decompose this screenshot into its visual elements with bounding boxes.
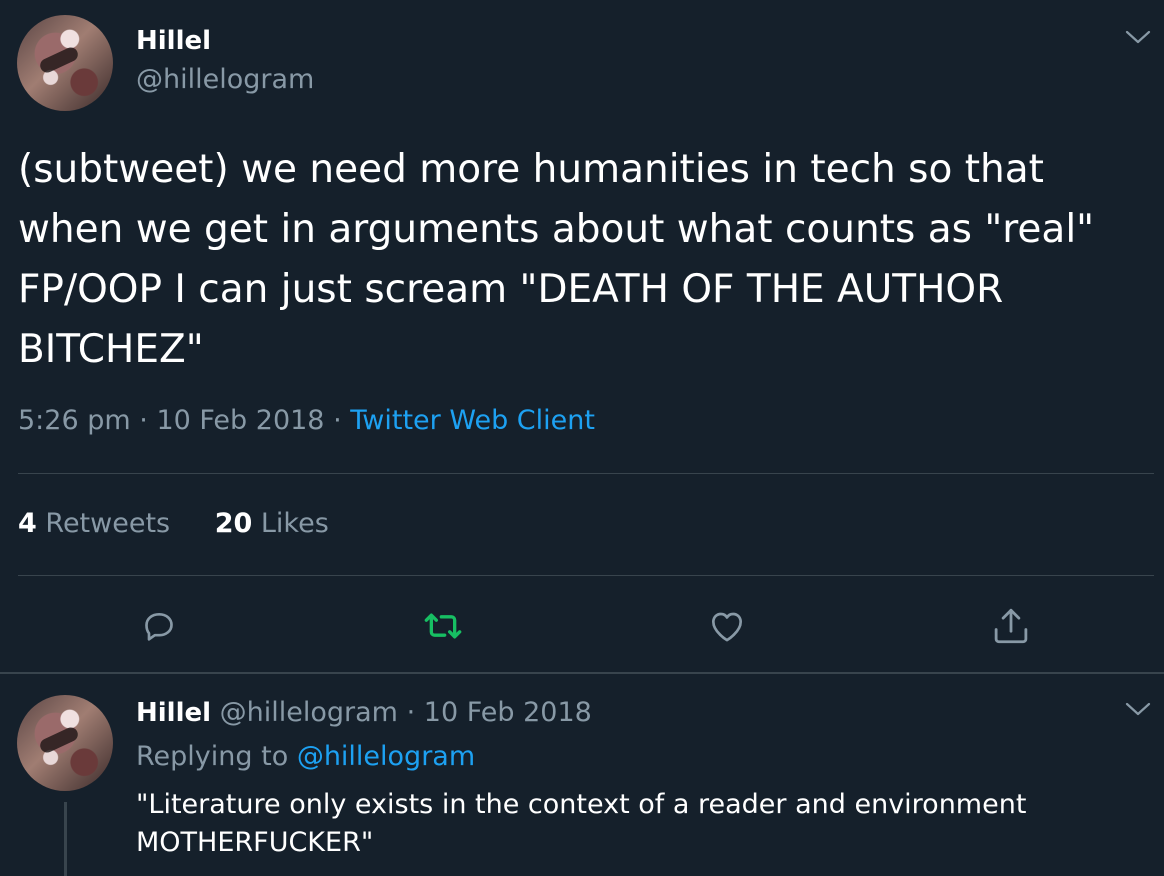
reply-author-handle[interactable]: @hillelogram — [220, 697, 398, 728]
author-avatar[interactable] — [17, 15, 113, 111]
replying-to-line: Replying to @hillelogram — [136, 741, 475, 772]
replying-to-label: Replying to — [136, 741, 289, 772]
retweets-label: Retweets — [45, 508, 171, 539]
like-button[interactable] — [704, 603, 750, 649]
tweet-meta: 5:26 pm · 10 Feb 2018 · Twitter Web Clie… — [18, 405, 595, 436]
reply-text: "Literature only exists in the context o… — [136, 789, 1027, 858]
divider — [18, 473, 1154, 474]
reply-date[interactable]: 10 Feb 2018 — [424, 697, 592, 728]
meta-separator: · — [333, 405, 342, 436]
divider — [18, 575, 1154, 576]
retweets-count: 4 — [18, 508, 37, 539]
reply-icon — [145, 613, 173, 641]
thread-divider — [0, 672, 1164, 674]
retweet-button[interactable] — [420, 603, 466, 649]
author-handle[interactable]: @hillelogram — [136, 64, 314, 95]
tweet-date[interactable]: 10 Feb 2018 — [156, 405, 324, 436]
thread-connector-line — [64, 802, 67, 876]
likes-label: Likes — [260, 508, 329, 539]
chevron-down-icon[interactable] — [1123, 699, 1153, 719]
retweets-stat[interactable]: 4 Retweets — [18, 508, 170, 539]
reply-header: Hillel @hillelogram · 10 Feb 2018 — [136, 697, 592, 728]
tweet-text: (subtweet) we need more humanities in te… — [18, 147, 1095, 372]
share-icon — [994, 608, 1028, 644]
meta-separator: · — [139, 405, 148, 436]
reply-author-avatar[interactable] — [17, 695, 113, 791]
share-button[interactable] — [988, 603, 1034, 649]
reply-author-name[interactable]: Hillel — [136, 698, 211, 728]
likes-count: 20 — [214, 508, 253, 539]
reply-separator: · — [406, 697, 416, 728]
tweet-client-link[interactable]: Twitter Web Client — [350, 405, 595, 436]
tweet-stats: 4 Retweets 20 Likes — [18, 508, 365, 539]
like-icon — [712, 612, 742, 642]
likes-stat[interactable]: 20 Likes — [215, 508, 329, 539]
author-name[interactable]: Hillel — [136, 26, 211, 56]
replying-to-mention[interactable]: @hillelogram — [297, 741, 475, 772]
tweet-time[interactable]: 5:26 pm — [18, 405, 131, 436]
chevron-down-icon[interactable] — [1123, 27, 1153, 47]
reply-button[interactable] — [136, 603, 182, 649]
retweet-icon — [424, 613, 462, 639]
